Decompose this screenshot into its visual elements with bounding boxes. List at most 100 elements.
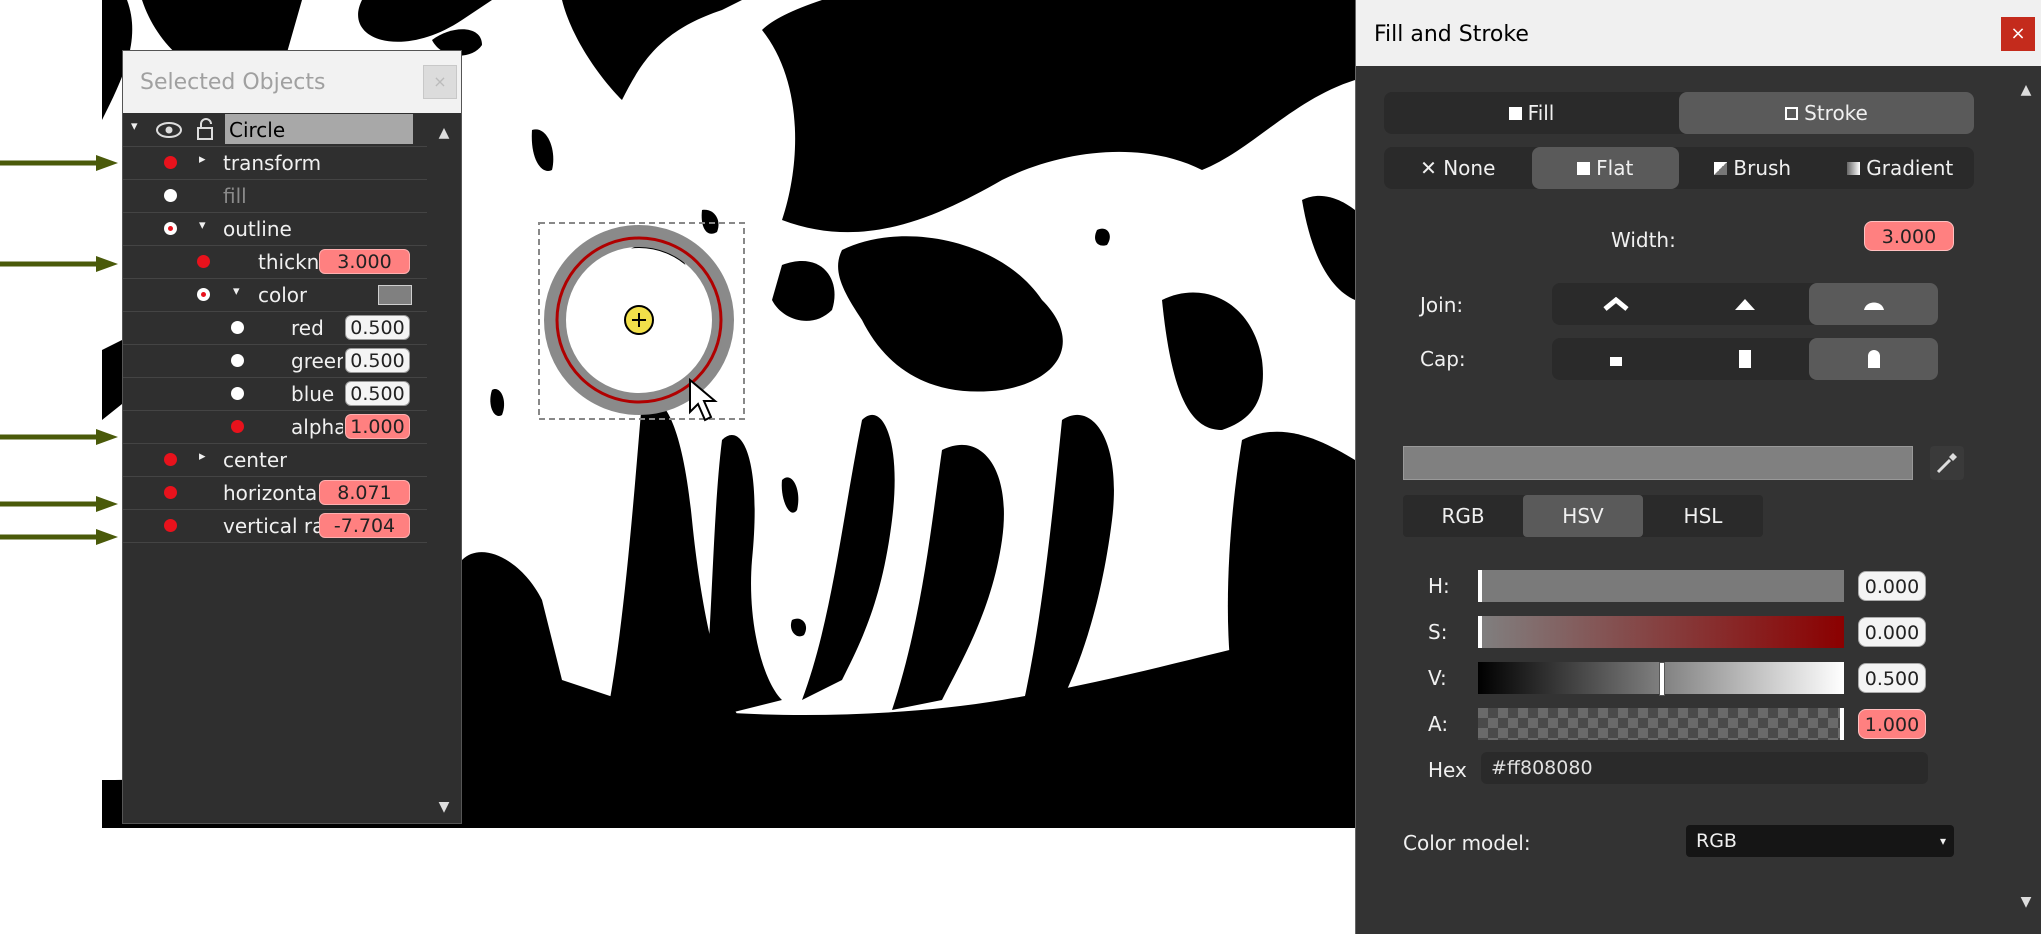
h-value[interactable]: 0.000 bbox=[1858, 571, 1926, 601]
color-model-tabs: RGB HSV HSL bbox=[1403, 495, 1763, 537]
tree-row-outline[interactable]: ▾ outline bbox=[123, 213, 428, 246]
eye-icon[interactable] bbox=[155, 121, 183, 139]
row-label: green bbox=[291, 349, 343, 373]
slider-knob[interactable] bbox=[1840, 708, 1844, 740]
partial-animated-dot bbox=[164, 222, 177, 235]
tab-stroke[interactable]: Stroke bbox=[1679, 92, 1974, 134]
slider-knob[interactable] bbox=[1478, 570, 1482, 602]
green-value[interactable]: 0.500 bbox=[345, 348, 410, 373]
row-label: horizonta bbox=[223, 481, 318, 505]
tab-rgb[interactable]: RGB bbox=[1403, 495, 1523, 537]
arrow-indicator bbox=[0, 496, 118, 512]
fill-and-stroke-panel: Fill and Stroke × Fill Stroke ✕ None Fla… bbox=[1355, 0, 2041, 934]
join-bevel-button[interactable] bbox=[1681, 283, 1810, 325]
expand-toggle[interactable]: ▾ bbox=[233, 284, 240, 299]
mode-flat-label: Flat bbox=[1596, 156, 1634, 180]
scroll-down-icon[interactable]: ▼ bbox=[2011, 894, 2041, 910]
selected-objects-panel: Selected Objects × ▾ Circle ▸ transform … bbox=[122, 50, 462, 824]
cap-square-button[interactable] bbox=[1681, 338, 1810, 380]
width-label: Width: bbox=[1611, 228, 1676, 252]
close-button[interactable]: × bbox=[2001, 17, 2035, 51]
tree-row-red[interactable]: red 0.500 bbox=[123, 312, 428, 345]
join-round-button[interactable] bbox=[1809, 283, 1939, 325]
alpha-value[interactable]: 1.000 bbox=[345, 414, 410, 439]
arrow-indicator bbox=[0, 429, 118, 445]
a-slider[interactable] bbox=[1478, 708, 1844, 740]
mode-gradient[interactable]: Gradient bbox=[1827, 147, 1975, 189]
horizontal-radius-value[interactable]: 8.071 bbox=[319, 480, 410, 505]
join-miter-button[interactable] bbox=[1552, 283, 1681, 325]
slider-knob[interactable] bbox=[1659, 662, 1665, 696]
scroll-down-icon[interactable]: ▼ bbox=[427, 799, 461, 815]
expand-toggle[interactable]: ▾ bbox=[199, 218, 206, 233]
tab-fill[interactable]: Fill bbox=[1384, 92, 1679, 134]
tree-row-green[interactable]: green 0.500 bbox=[123, 345, 428, 378]
s-slider[interactable] bbox=[1478, 616, 1844, 648]
animated-dot bbox=[164, 486, 177, 499]
h-label: H: bbox=[1428, 574, 1450, 598]
width-value[interactable]: 3.000 bbox=[1864, 221, 1954, 251]
animated-dot bbox=[164, 453, 177, 466]
mode-brush[interactable]: Brush bbox=[1679, 147, 1827, 189]
vertical-radius-value[interactable]: -7.704 bbox=[319, 513, 410, 538]
fill-stroke-titlebar[interactable]: Fill and Stroke × bbox=[1356, 0, 2041, 66]
scrollbar[interactable]: ▲ ▼ bbox=[427, 113, 461, 823]
mode-none[interactable]: ✕ None bbox=[1384, 147, 1532, 189]
animated-dot bbox=[164, 156, 177, 169]
tree-row-horizontal-radius[interactable]: horizonta 8.071 bbox=[123, 477, 428, 510]
tab-hsl[interactable]: HSL bbox=[1643, 495, 1763, 537]
blue-value[interactable]: 0.500 bbox=[345, 381, 410, 406]
row-label: color bbox=[258, 283, 308, 307]
static-dot bbox=[231, 321, 244, 334]
cap-butt-icon bbox=[1610, 357, 1623, 366]
selected-objects-titlebar[interactable]: Selected Objects × bbox=[123, 51, 461, 113]
gradient-icon bbox=[1847, 162, 1861, 175]
mode-gradient-label: Gradient bbox=[1866, 156, 1954, 180]
tree-row-alpha[interactable]: alpha 1.000 bbox=[123, 411, 428, 444]
join-label: Join: bbox=[1420, 293, 1464, 317]
color-preview bbox=[1403, 446, 1913, 480]
paint-mode-tabs: ✕ None Flat Brush Gradient bbox=[1384, 147, 1974, 189]
collapse-toggle[interactable]: ▾ bbox=[131, 119, 138, 134]
mode-flat[interactable]: Flat bbox=[1531, 147, 1679, 189]
v-value[interactable]: 0.500 bbox=[1858, 663, 1926, 693]
hex-label: Hex bbox=[1428, 758, 1467, 782]
h-slider[interactable] bbox=[1478, 570, 1844, 602]
expand-toggle[interactable]: ▸ bbox=[199, 449, 206, 464]
tree-row-color[interactable]: ▾ color bbox=[123, 279, 428, 312]
static-dot bbox=[231, 354, 244, 367]
close-button[interactable]: × bbox=[423, 65, 457, 99]
s-value[interactable]: 0.000 bbox=[1858, 617, 1926, 647]
tree-row-blue[interactable]: blue 0.500 bbox=[123, 378, 428, 411]
tab-hsv[interactable]: HSV bbox=[1523, 495, 1643, 537]
cap-round-button[interactable] bbox=[1809, 338, 1939, 380]
row-label: vertical ra bbox=[223, 514, 319, 538]
scroll-up-icon[interactable]: ▲ bbox=[2011, 82, 2041, 98]
hex-input[interactable]: #ff808080 bbox=[1481, 752, 1928, 784]
join-round-icon bbox=[1863, 302, 1884, 310]
cap-butt-button[interactable] bbox=[1552, 338, 1681, 380]
static-dot bbox=[164, 189, 177, 202]
arrow-indicator bbox=[0, 155, 118, 171]
eyedropper-button[interactable] bbox=[1930, 446, 1964, 480]
expand-toggle[interactable]: ▸ bbox=[199, 152, 206, 167]
brush-icon bbox=[1714, 162, 1728, 175]
panel-title: Fill and Stroke bbox=[1374, 22, 1529, 47]
v-slider[interactable] bbox=[1478, 662, 1844, 696]
a-value[interactable]: 1.000 bbox=[1858, 709, 1926, 739]
tree-row-fill[interactable]: fill bbox=[123, 180, 428, 213]
red-value[interactable]: 0.500 bbox=[345, 315, 410, 340]
slider-knob[interactable] bbox=[1478, 616, 1482, 648]
color-model-dropdown[interactable]: RGB ▾ bbox=[1686, 825, 1954, 857]
object-header-row[interactable]: ▾ Circle bbox=[123, 113, 428, 147]
row-label: center bbox=[223, 448, 288, 472]
tree-row-transform[interactable]: ▸ transform bbox=[123, 147, 428, 180]
thickness-value[interactable]: 3.000 bbox=[319, 249, 410, 274]
tree-row-center[interactable]: ▸ center bbox=[123, 444, 428, 477]
chevron-down-icon: ▾ bbox=[1939, 834, 1946, 848]
color-swatch[interactable] bbox=[378, 285, 412, 305]
lock-open-icon[interactable] bbox=[195, 118, 215, 140]
tree-row-vertical-radius[interactable]: vertical ra -7.704 bbox=[123, 510, 428, 543]
tree-row-thickness[interactable]: thickne 3.000 bbox=[123, 246, 428, 279]
scroll-up-icon[interactable]: ▲ bbox=[427, 125, 461, 141]
